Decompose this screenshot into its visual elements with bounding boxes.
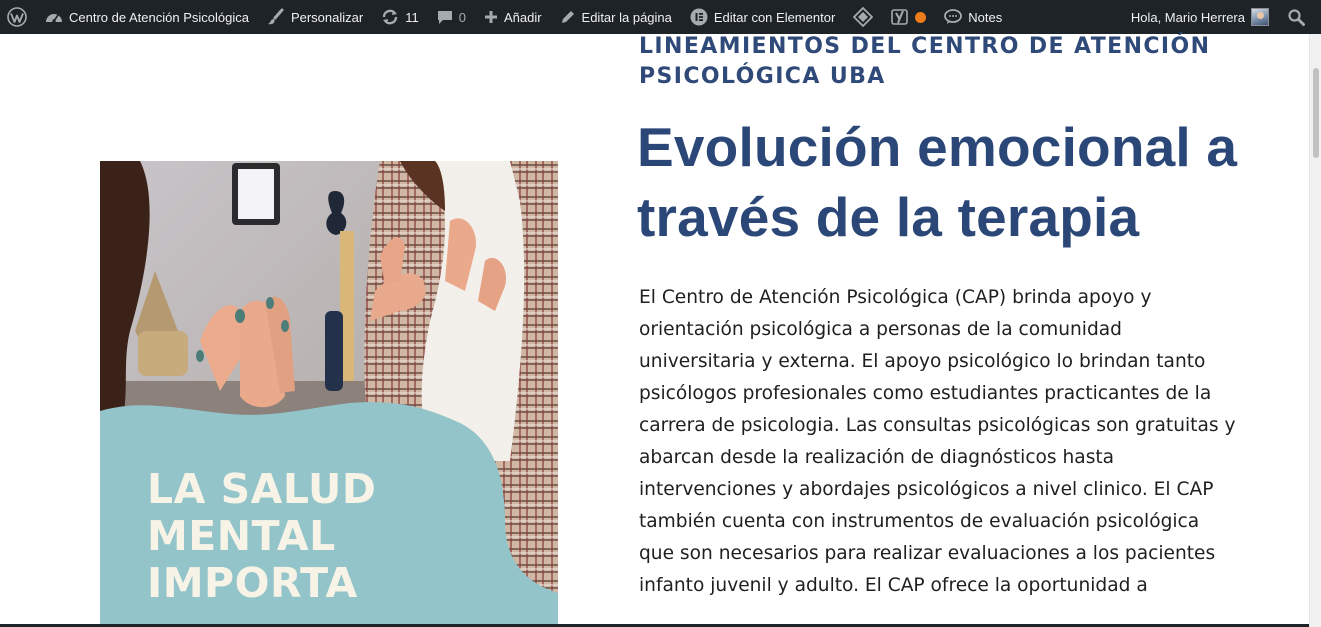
edit-page-label: Editar la página [581, 9, 672, 25]
greeting-label: Hola, Mario Herrera [1130, 9, 1245, 25]
wordpress-icon [7, 7, 27, 27]
comments-count: 0 [458, 9, 466, 25]
notes-label: Notes [968, 9, 1003, 25]
diamond-menu[interactable] [844, 0, 882, 34]
search-icon [1288, 8, 1305, 26]
add-new-link[interactable]: Añadir [475, 0, 551, 34]
search-button[interactable] [1278, 0, 1321, 34]
edit-elementor-link[interactable]: Editar con Elementor [681, 0, 844, 34]
comments-link[interactable]: 0 [428, 0, 475, 34]
speech-bubble-icon [944, 9, 963, 25]
status-dot [915, 11, 927, 23]
notes-link[interactable]: Notes [935, 0, 1011, 34]
plus-icon [484, 10, 498, 24]
edit-elementor-label: Editar con Elementor [713, 9, 836, 25]
site-name-label: Centro de Atención Psicológica [69, 9, 249, 25]
scrollbar-thumb[interactable] [1313, 68, 1319, 158]
updates-icon [381, 8, 399, 26]
add-new-label: Añadir [503, 9, 542, 25]
section-eyebrow: LINEAMIENTOS DEL CENTRO DE ATENCIÓN PSIC… [639, 34, 1211, 89]
account-menu[interactable]: Hola, Mario Herrera [1122, 0, 1278, 34]
hero-headline: LA SALUD MENTAL IMPORTA [147, 465, 377, 607]
brush-icon [267, 8, 285, 26]
yoast-icon [891, 8, 909, 26]
site-name-link[interactable]: Centro de Atención Psicológica [36, 0, 258, 34]
elementor-icon [690, 8, 708, 26]
wordpress-menu[interactable] [0, 0, 36, 34]
updates-link[interactable]: 11 [372, 0, 428, 34]
customize-link[interactable]: Personalizar [258, 0, 372, 34]
diamond-icon [853, 7, 874, 27]
comment-icon [437, 9, 453, 25]
admin-bar: Centro de Atención Psicológica Personali… [0, 0, 1321, 34]
edit-page-link[interactable]: Editar la página [551, 0, 681, 34]
pencil-icon [560, 9, 576, 25]
dashboard-icon [45, 9, 63, 25]
yoast-menu[interactable] [882, 0, 935, 34]
hero-image-card: LA SALUD MENTAL IMPORTA [100, 161, 558, 627]
updates-count: 11 [405, 9, 419, 25]
avatar [1251, 8, 1269, 26]
customize-label: Personalizar [290, 9, 364, 25]
body-paragraph: El Centro de Atención Psicológica (CAP) … [639, 287, 1236, 596]
page-scrollbar[interactable] [1309, 34, 1321, 627]
page-title: Evolución emocional a través de la terap… [637, 116, 1238, 248]
